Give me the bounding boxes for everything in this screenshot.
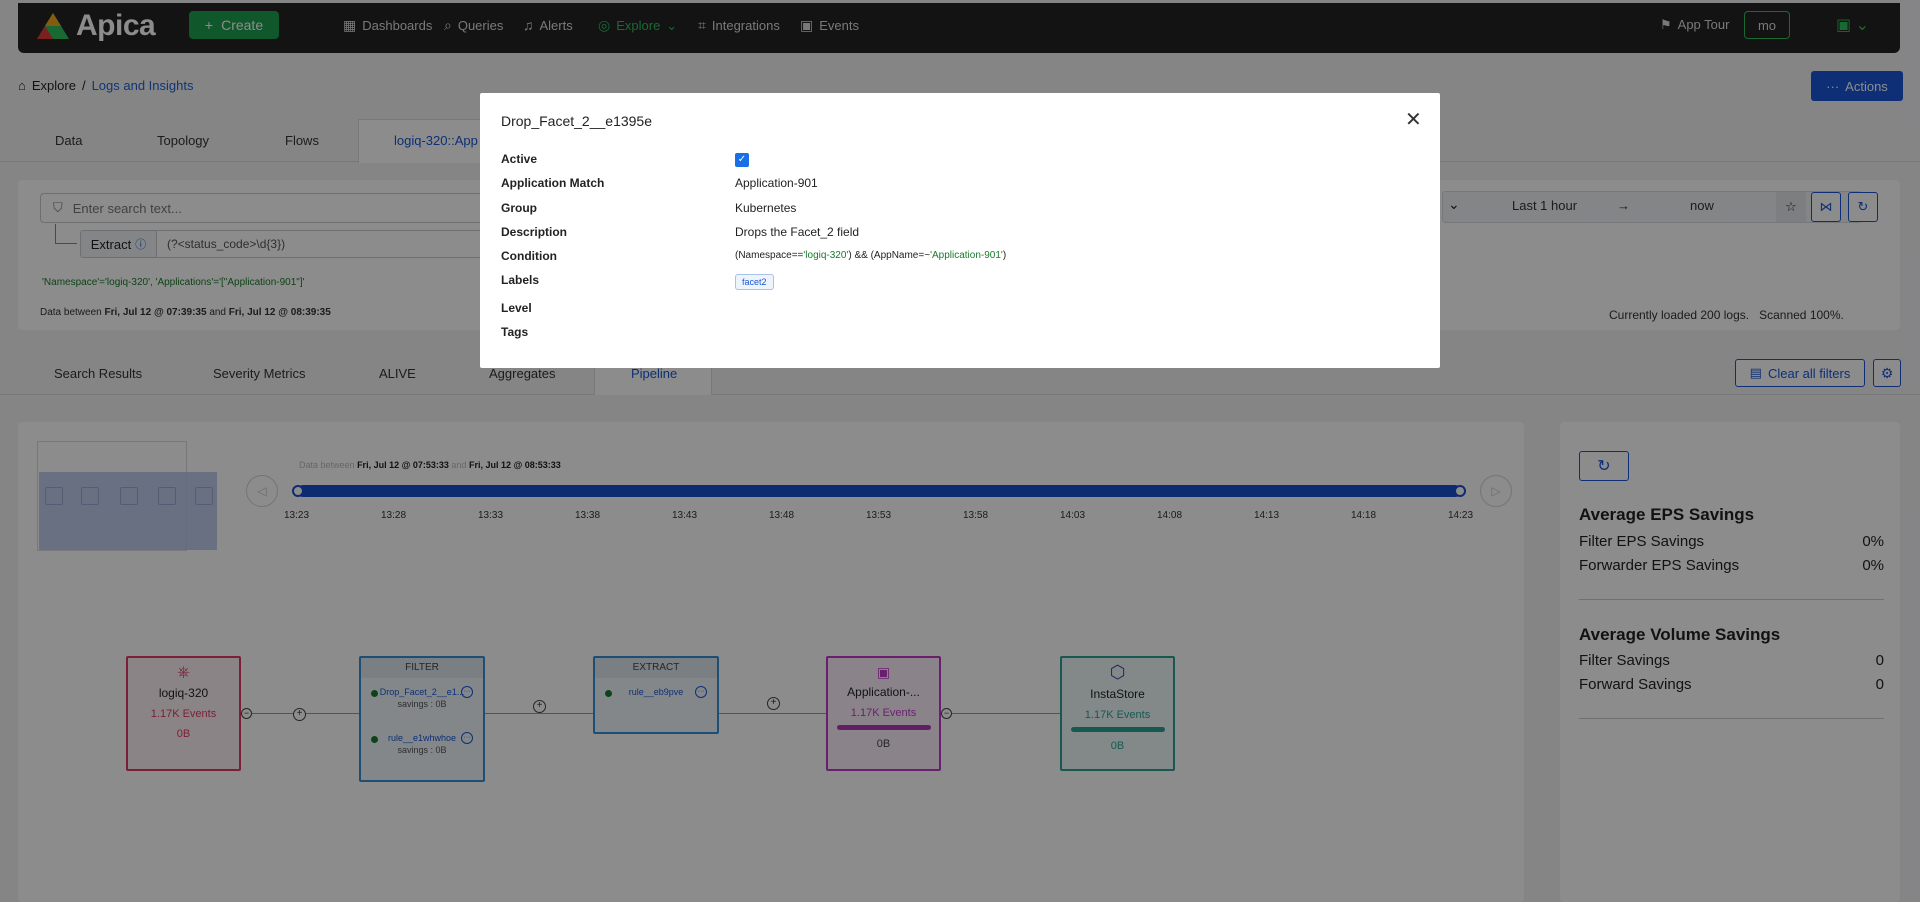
cond-appname: 'Application-901' (930, 250, 1003, 261)
rule-detail-modal: Drop_Facet_2__e1395e ✕ Active ✓ Applicat… (480, 93, 1440, 368)
label-tag: facet2 (735, 274, 774, 290)
cond-namespace: 'logiq-320' (803, 250, 849, 261)
value-description: Drops the Facet_2 field (735, 225, 860, 239)
value-group: Kubernetes (735, 201, 797, 215)
label-level: Level (501, 301, 532, 315)
label-labels: Labels (501, 273, 540, 287)
active-checkbox[interactable]: ✓ (735, 153, 749, 167)
label-active: Active (501, 152, 538, 166)
close-icon[interactable]: ✕ (1405, 107, 1422, 132)
cond-part: (Namespace== (735, 250, 804, 261)
cond-part: ) && (AppName=~ (848, 250, 931, 261)
label-group: Group (501, 201, 537, 215)
value-app-match: Application-901 (735, 176, 818, 190)
label-tags: Tags (501, 325, 529, 339)
modal-title: Drop_Facet_2__e1395e (501, 113, 653, 129)
cond-part: ) (1002, 250, 1007, 261)
value-condition: (Namespace=='logiq-320') && (AppName=~'A… (735, 250, 1006, 261)
label-description: Description (501, 225, 568, 239)
label-app-match: Application Match (501, 176, 605, 190)
label-condition: Condition (501, 249, 557, 263)
